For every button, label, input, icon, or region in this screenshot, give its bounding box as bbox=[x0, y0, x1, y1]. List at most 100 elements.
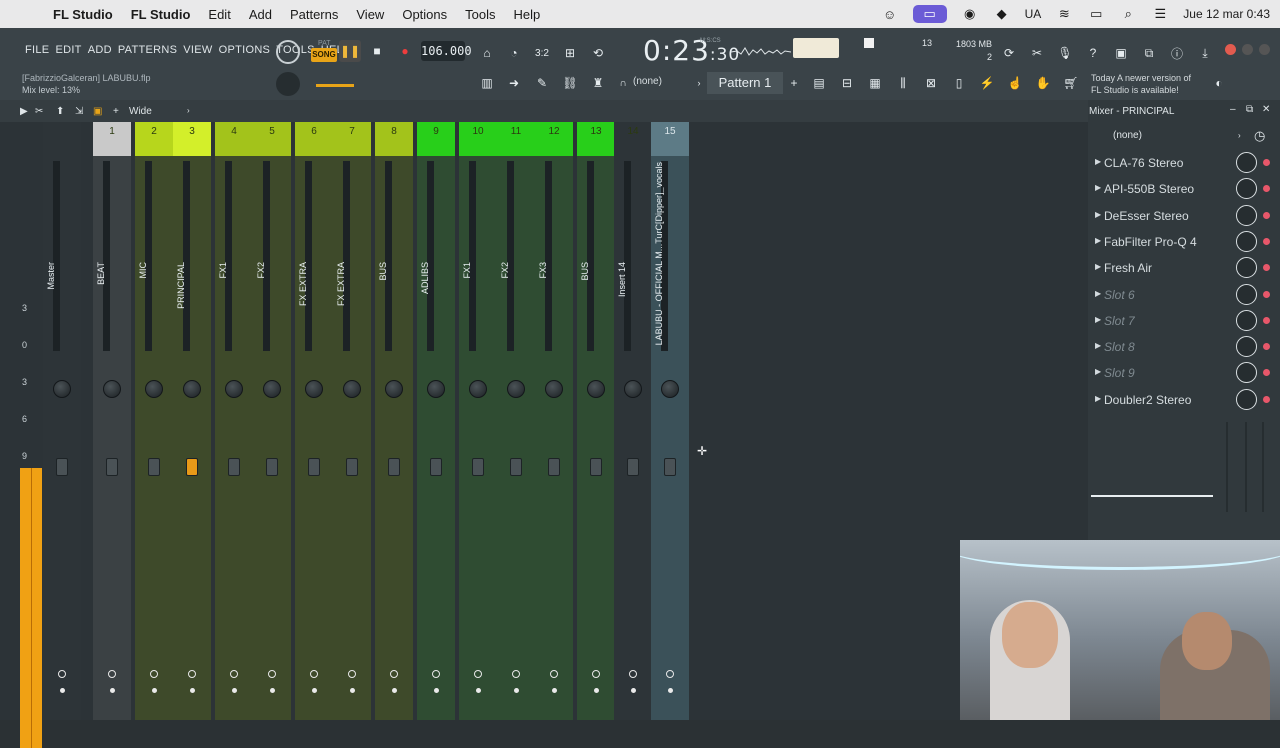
browser-icon[interactable]: ▯ bbox=[948, 72, 970, 94]
panel-fader-2[interactable] bbox=[1245, 422, 1247, 512]
track-volume-fader[interactable] bbox=[56, 458, 68, 476]
mixer-play-icon[interactable]: ▶ bbox=[20, 106, 28, 117]
slot-enable-led[interactable] bbox=[1263, 343, 1270, 351]
info-icon[interactable]: ⓘ bbox=[1166, 42, 1188, 64]
track-route-dot[interactable] bbox=[152, 688, 157, 693]
track-pan-knob[interactable] bbox=[507, 380, 525, 398]
mixer-layout-icon[interactable]: ▣ bbox=[93, 106, 102, 117]
track-number[interactable]: 15 bbox=[651, 122, 689, 156]
time-display[interactable]: 0:23:30 bbox=[643, 34, 740, 67]
track-name[interactable]: FX2 bbox=[256, 262, 268, 279]
track-number[interactable]: 12 bbox=[535, 122, 573, 156]
panel-minimize-icon[interactable]: – bbox=[1230, 104, 1236, 115]
mac-menu-add[interactable]: Add bbox=[240, 7, 281, 22]
face-status-icon[interactable]: ☺ bbox=[881, 7, 899, 22]
track-volume-fader[interactable] bbox=[388, 458, 400, 476]
track-volume-fader[interactable] bbox=[590, 458, 602, 476]
panel-clock-icon[interactable]: ◷ bbox=[1254, 128, 1265, 144]
track-route-dot[interactable] bbox=[594, 688, 599, 693]
stamp-icon[interactable]: ♜ bbox=[587, 72, 609, 94]
track-number[interactable]: 7 bbox=[333, 122, 371, 156]
step-seq-icon[interactable]: ⊟ bbox=[836, 72, 858, 94]
mixer-track-0[interactable]: Master bbox=[43, 122, 81, 720]
slot-expand-icon[interactable]: ▶ bbox=[1095, 210, 1101, 219]
tools-icon[interactable]: ✋ bbox=[1032, 72, 1054, 94]
mixer-icon[interactable]: ⫼ bbox=[892, 72, 914, 94]
slot-label[interactable]: FabFilter Pro-Q 4 bbox=[1104, 235, 1197, 249]
fl-menu-add[interactable]: ADD bbox=[85, 44, 115, 56]
fl-menu-patterns[interactable]: PATTERNS bbox=[115, 44, 180, 56]
track-name[interactable]: ADLIBS bbox=[420, 262, 432, 294]
track-number[interactable]: 10 bbox=[459, 122, 497, 156]
arrow-right-icon[interactable]: ➜ bbox=[503, 72, 525, 94]
link-icon[interactable]: ⛓ bbox=[559, 72, 581, 94]
panel-fader-1[interactable] bbox=[1226, 422, 1228, 512]
track-volume-fader[interactable] bbox=[627, 458, 639, 476]
track-name[interactable]: FX3 bbox=[538, 262, 550, 279]
track-volume-fader[interactable] bbox=[548, 458, 560, 476]
track-route-dot[interactable] bbox=[60, 688, 65, 693]
track-name[interactable]: BEAT bbox=[96, 262, 108, 285]
slot-label[interactable]: Slot 9 bbox=[1104, 366, 1135, 380]
slot-expand-icon[interactable]: ▶ bbox=[1095, 289, 1101, 298]
snap-selector[interactable]: (none) bbox=[633, 76, 662, 87]
mixer-track-9[interactable]: 9 ADLIBS bbox=[417, 122, 455, 720]
slot-expand-icon[interactable]: ▶ bbox=[1095, 394, 1101, 403]
preset-arrow-icon[interactable]: › bbox=[1238, 131, 1241, 140]
slot-enable-led[interactable] bbox=[1263, 159, 1270, 166]
shop-icon[interactable]: 🛒︎ bbox=[1060, 72, 1082, 94]
slot-label[interactable]: Doubler2 Stereo bbox=[1104, 393, 1191, 407]
slot-mix-knob[interactable] bbox=[1236, 178, 1257, 200]
mixer-track-1[interactable]: 1 BEAT bbox=[93, 122, 131, 720]
track-route-dot[interactable] bbox=[668, 688, 673, 693]
track-volume-fader[interactable] bbox=[664, 458, 676, 476]
mixer-track-13[interactable]: 13 BUS bbox=[577, 122, 615, 720]
minimize-window-icon[interactable] bbox=[1242, 44, 1253, 55]
wifi-icon[interactable]: ≋ bbox=[1055, 6, 1073, 21]
microphone-icon[interactable]: 🎙︎ bbox=[1054, 42, 1076, 64]
mixer-track-11[interactable]: 11 FX2 bbox=[497, 122, 535, 720]
plugin-icon[interactable]: ⧉ bbox=[1138, 42, 1160, 64]
fl-menu-file[interactable]: FILE bbox=[22, 44, 52, 56]
slot-label[interactable]: DeEsser Stereo bbox=[1104, 209, 1189, 223]
slot-label[interactable]: Slot 6 bbox=[1104, 288, 1135, 302]
mixer-add-icon[interactable]: + bbox=[113, 106, 119, 117]
record-status-icon[interactable]: ◉ bbox=[961, 6, 979, 21]
track-pan-knob[interactable] bbox=[53, 380, 71, 398]
track-enable-icon[interactable] bbox=[58, 670, 66, 678]
mixer-track-3[interactable]: 3 PRINCIPAL bbox=[173, 122, 211, 720]
loop-record-icon[interactable]: ⟲ bbox=[587, 42, 609, 64]
touch-icon[interactable]: ☝ bbox=[1004, 72, 1026, 94]
track-volume-fader[interactable] bbox=[308, 458, 320, 476]
track-enable-icon[interactable] bbox=[188, 670, 196, 678]
track-number[interactable]: 2 bbox=[135, 122, 173, 156]
track-pan-knob[interactable] bbox=[427, 380, 445, 398]
track-volume-fader[interactable] bbox=[228, 458, 240, 476]
plugin-picker-icon[interactable]: ⚡ bbox=[976, 72, 998, 94]
track-name[interactable]: Master bbox=[46, 262, 58, 290]
track-volume-fader[interactable] bbox=[472, 458, 484, 476]
track-number[interactable]: 11 bbox=[497, 122, 535, 156]
panel-close-icon[interactable]: ✕ bbox=[1262, 104, 1270, 115]
track-enable-icon[interactable] bbox=[150, 670, 158, 678]
effect-slot-9[interactable]: ▶ Slot 9 bbox=[1088, 360, 1280, 386]
track-route-dot[interactable] bbox=[232, 688, 237, 693]
slot-enable-led[interactable] bbox=[1263, 395, 1270, 403]
save-icon[interactable]: ▣ bbox=[1110, 42, 1132, 64]
effect-slot-8[interactable]: ▶ Slot 8 bbox=[1088, 334, 1280, 360]
mixer-track-7[interactable]: 7 FX EXTRA bbox=[333, 122, 371, 720]
track-pan-knob[interactable] bbox=[624, 380, 642, 398]
master-volume-knob[interactable] bbox=[276, 40, 300, 64]
track-number[interactable]: 14 bbox=[614, 122, 652, 156]
track-name[interactable]: Insert 14 bbox=[617, 262, 629, 297]
track-number[interactable] bbox=[43, 122, 81, 156]
slot-label[interactable]: API-550B Stereo bbox=[1104, 182, 1194, 196]
wait-input-icon[interactable]: ◔ bbox=[503, 42, 525, 64]
fl-menu-edit[interactable]: EDIT bbox=[52, 44, 84, 56]
step-edit-icon[interactable]: ⊞ bbox=[559, 42, 581, 64]
track-number[interactable]: 13 bbox=[577, 122, 615, 156]
effect-slot-7[interactable]: ▶ Slot 7 bbox=[1088, 308, 1280, 334]
track-name[interactable]: BUS bbox=[378, 262, 390, 281]
mixer-track-15[interactable]: 15 LABUBU - OFFICIAL M...TurC[Dipper]_voc… bbox=[651, 122, 689, 720]
master-pitch-knob[interactable] bbox=[276, 72, 300, 96]
